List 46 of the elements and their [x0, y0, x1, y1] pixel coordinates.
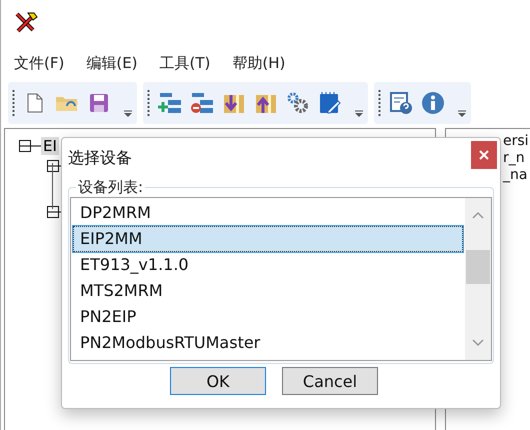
document-question-icon [389, 91, 413, 115]
list-item[interactable]: MTS2MRM [73, 278, 463, 304]
list-item[interactable]: ET913_v1.1.0 [73, 252, 463, 278]
list-item[interactable]: EIP2MM [73, 226, 463, 252]
toolbar-button[interactable] [421, 91, 445, 115]
info-icon [421, 91, 445, 115]
dropdown-caret-icon[interactable] [123, 110, 133, 118]
dropdown-caret-icon[interactable] [354, 110, 364, 118]
menu-item[interactable]: 帮助(H) [232, 54, 286, 72]
dialog-button[interactable]: OK [170, 367, 266, 395]
collapse-icon[interactable] [19, 139, 41, 153]
blank-page-icon [27, 93, 43, 113]
tree-node[interactable]: EI [41, 137, 59, 155]
hammer-wrench-icon [14, 11, 38, 33]
menu-item[interactable]: 工具(T) [160, 54, 210, 72]
toolbar-button[interactable] [158, 91, 182, 115]
scroll-thumb[interactable] [466, 250, 490, 284]
grip-icon[interactable] [378, 90, 381, 116]
group-label: 设备列表: [77, 178, 144, 197]
dialog-button[interactable]: Cancel [282, 367, 378, 395]
list-item[interactable]: DP2MRM [73, 200, 463, 226]
device-list[interactable]: DP2MRM EIP2MM ET913_v1.1.0 MTS2MRM PN2EIP PN2ModbusRTUMaster [70, 197, 492, 361]
toolbar-button[interactable] [87, 91, 111, 115]
toolbar-button[interactable] [389, 91, 413, 115]
menu-item[interactable]: 文件(F) [14, 54, 64, 72]
toolbar-button[interactable] [286, 91, 310, 115]
property-text: _na [503, 167, 528, 183]
add-node-icon [158, 91, 182, 115]
property-text: ersi [503, 133, 530, 149]
list-item[interactable]: PN2ModbusRTUMaster [73, 330, 463, 356]
notebook-pencil-icon [319, 92, 341, 114]
dialog-title: 选择设备 [68, 148, 132, 168]
gears-icon [287, 92, 309, 114]
remove-node-icon [190, 91, 214, 115]
toolbar-button[interactable] [318, 91, 342, 115]
toolbar-button[interactable] [190, 91, 214, 115]
menu-item[interactable]: 编辑(E) [86, 54, 138, 72]
grip-icon[interactable] [12, 90, 15, 116]
property-text: r_n [503, 150, 526, 166]
close-icon [479, 150, 489, 160]
dropdown-caret-icon[interactable] [457, 110, 467, 118]
grip-icon[interactable] [147, 90, 150, 116]
folder-icon [55, 94, 79, 112]
close-button[interactable] [471, 141, 497, 169]
scrollbar[interactable] [465, 198, 491, 360]
list-item[interactable]: PN2EIP [73, 304, 463, 330]
